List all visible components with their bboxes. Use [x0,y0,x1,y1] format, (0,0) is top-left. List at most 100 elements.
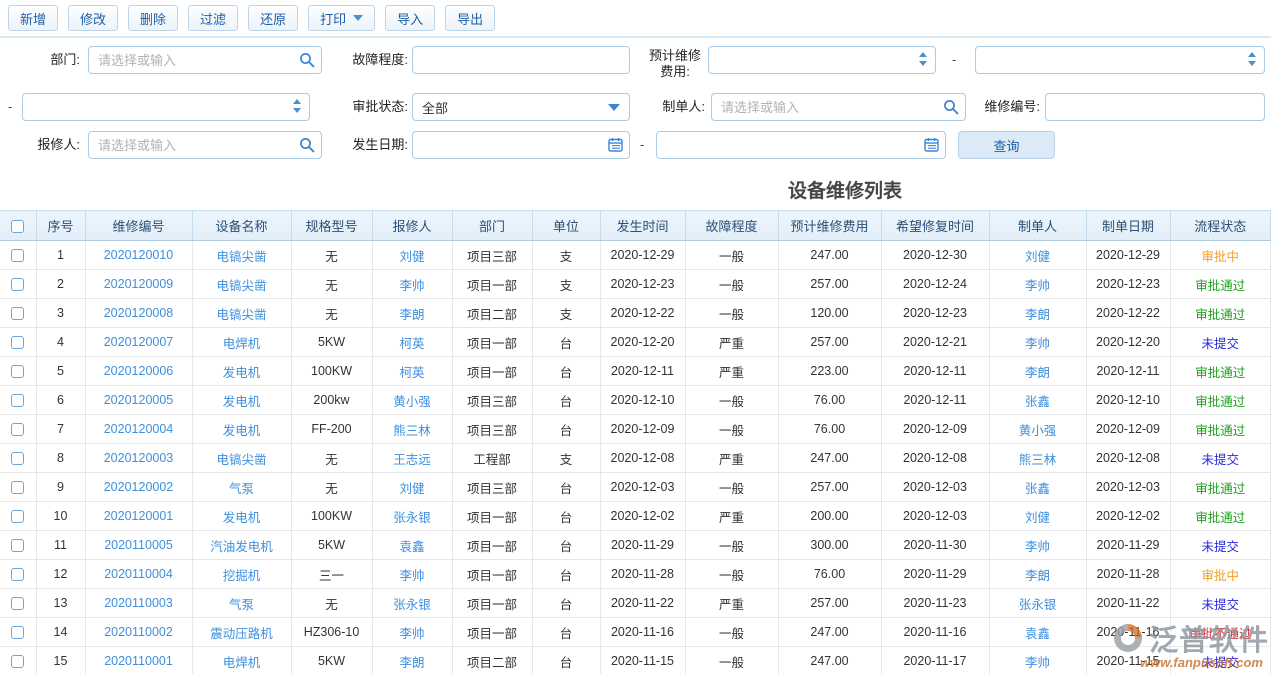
occur-date-end-input[interactable] [656,131,946,159]
repair-no-link[interactable]: 2020110001 [85,647,192,674]
search-icon[interactable] [299,137,315,153]
maker-link[interactable]: 李帅 [989,647,1086,674]
repair-no-link[interactable]: 2020110004 [85,560,192,589]
reporter-search-input[interactable] [88,131,322,159]
repair-no-link[interactable]: 2020120007 [85,328,192,357]
row-checkbox[interactable] [11,336,24,349]
repair-no-link[interactable]: 2020120003 [85,444,192,473]
maker-link[interactable]: 熊三林 [989,444,1086,473]
row-checkbox[interactable] [11,249,24,262]
maker-link[interactable]: 张鑫 [989,386,1086,415]
reporter-link[interactable]: 李帅 [372,560,452,589]
maker-link[interactable]: 刘健 [989,502,1086,531]
calendar-icon[interactable] [608,137,623,152]
row-checkbox[interactable] [11,539,24,552]
toolbar-button-5[interactable]: 还原 [248,5,298,31]
repair-no-link[interactable]: 2020120008 [85,299,192,328]
reporter-link[interactable]: 李帅 [372,270,452,299]
maker-link[interactable]: 黄小强 [989,415,1086,444]
spinner-arrows-icon[interactable] [919,52,927,66]
reporter-link[interactable]: 熊三林 [372,415,452,444]
row-checkbox[interactable] [11,423,24,436]
equipment-link[interactable]: 发电机 [192,386,291,415]
row-checkbox[interactable] [11,307,24,320]
spinner-arrows-icon[interactable] [1248,52,1256,66]
estimated-cost-min-input[interactable] [708,46,936,74]
occur-date-start-input[interactable] [412,131,630,159]
reporter-link[interactable]: 李朗 [372,299,452,328]
query-button[interactable]: 查询 [958,131,1055,159]
maker-link[interactable]: 张鑫 [989,473,1086,502]
reporter-link[interactable]: 刘健 [372,473,452,502]
row-checkbox[interactable] [11,626,24,639]
toolbar-button-3[interactable]: 删除 [128,5,178,31]
reporter-link[interactable]: 李帅 [372,618,452,647]
repair-no-link[interactable]: 2020120009 [85,270,192,299]
row-checkbox[interactable] [11,655,24,668]
repair-no-link[interactable]: 2020120002 [85,473,192,502]
spinner-arrows-icon[interactable] [293,99,301,113]
row-checkbox[interactable] [11,452,24,465]
row-checkbox[interactable] [11,597,24,610]
equipment-link[interactable]: 气泵 [192,589,291,618]
department-search-input[interactable] [88,46,322,74]
repair-no-input[interactable] [1045,93,1265,121]
maker-link[interactable]: 李朗 [989,560,1086,589]
equipment-link[interactable]: 气泵 [192,473,291,502]
equipment-link[interactable]: 发电机 [192,415,291,444]
maker-link[interactable]: 袁鑫 [989,618,1086,647]
repair-no-link[interactable]: 2020120001 [85,502,192,531]
maker-link[interactable]: 李帅 [989,531,1086,560]
reporter-link[interactable]: 柯英 [372,328,452,357]
fault-degree-input[interactable] [412,46,630,74]
row-checkbox[interactable] [11,394,24,407]
reporter-link[interactable]: 袁鑫 [372,531,452,560]
repair-no-link[interactable]: 2020120004 [85,415,192,444]
search-icon[interactable] [943,99,959,115]
equipment-link[interactable]: 汽油发电机 [192,531,291,560]
estimated-cost-max-input[interactable] [975,46,1265,74]
row-checkbox[interactable] [11,365,24,378]
equipment-link[interactable]: 挖掘机 [192,560,291,589]
repair-no-link[interactable]: 2020110003 [85,589,192,618]
maker-link[interactable]: 李朗 [989,357,1086,386]
range-second-input[interactable] [22,93,310,121]
approval-status-select[interactable]: 全部 [412,93,630,121]
equipment-link[interactable]: 电焊机 [192,328,291,357]
repair-no-link[interactable]: 2020110002 [85,618,192,647]
equipment-link[interactable]: 电镐尖凿 [192,299,291,328]
reporter-link[interactable]: 黄小强 [372,386,452,415]
reporter-link[interactable]: 张永银 [372,589,452,618]
row-checkbox[interactable] [11,481,24,494]
equipment-link[interactable]: 震动压路机 [192,618,291,647]
toolbar-button-7[interactable]: 导入 [385,5,435,31]
toolbar-button-4[interactable]: 过滤 [188,5,238,31]
repair-no-link[interactable]: 2020110005 [85,531,192,560]
select-all-checkbox[interactable] [11,220,24,233]
reporter-link[interactable]: 李朗 [372,647,452,674]
maker-search-input[interactable] [711,93,966,121]
equipment-link[interactable]: 电焊机 [192,647,291,674]
equipment-link[interactable]: 发电机 [192,357,291,386]
row-checkbox[interactable] [11,278,24,291]
reporter-link[interactable]: 刘健 [372,241,452,270]
equipment-link[interactable]: 电镐尖凿 [192,270,291,299]
equipment-link[interactable]: 电镐尖凿 [192,444,291,473]
toolbar-button-2[interactable]: 修改 [68,5,118,31]
equipment-link[interactable]: 发电机 [192,502,291,531]
row-checkbox[interactable] [11,568,24,581]
calendar-icon[interactable] [924,137,939,152]
maker-link[interactable]: 刘健 [989,241,1086,270]
maker-link[interactable]: 李帅 [989,270,1086,299]
repair-no-link[interactable]: 2020120005 [85,386,192,415]
maker-link[interactable]: 张永银 [989,589,1086,618]
reporter-link[interactable]: 王志远 [372,444,452,473]
equipment-link[interactable]: 电镐尖凿 [192,241,291,270]
reporter-link[interactable]: 柯英 [372,357,452,386]
reporter-link[interactable]: 张永银 [372,502,452,531]
toolbar-button-6[interactable]: 打印 [308,5,375,31]
toolbar-button-1[interactable]: 新增 [8,5,58,31]
toolbar-button-8[interactable]: 导出 [445,5,495,31]
row-checkbox[interactable] [11,510,24,523]
maker-link[interactable]: 李帅 [989,328,1086,357]
